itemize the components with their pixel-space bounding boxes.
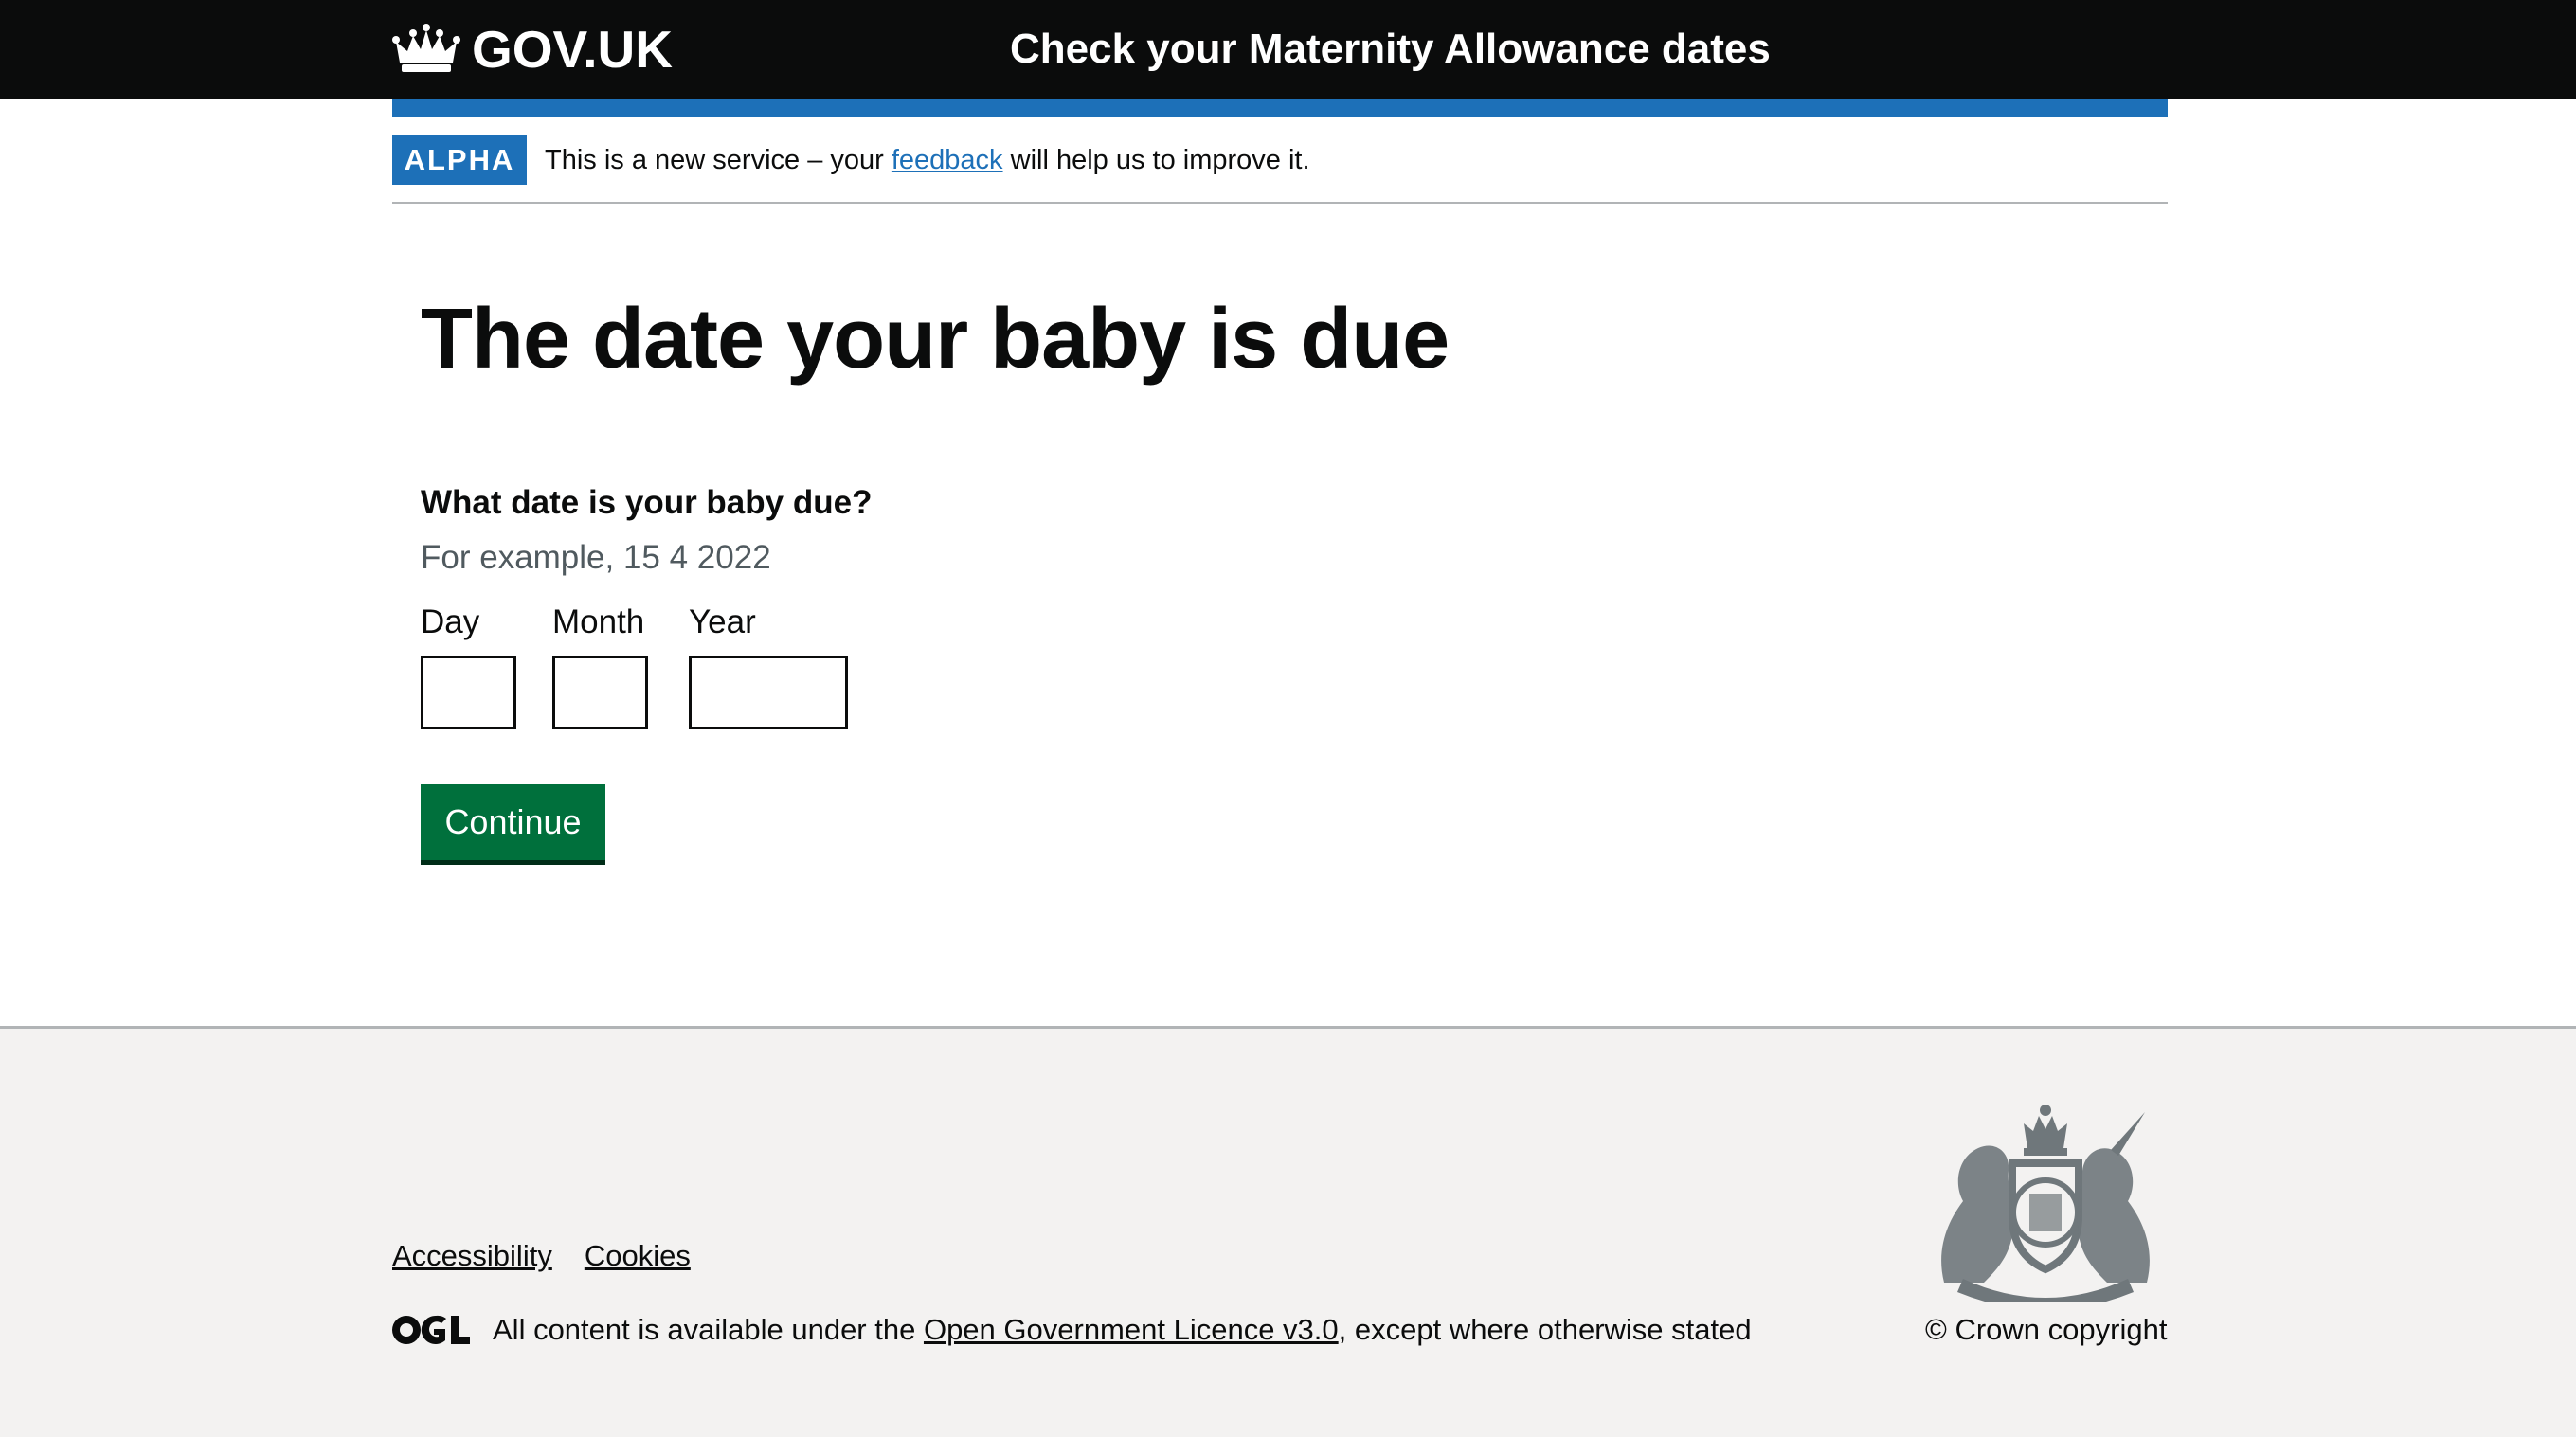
continue-button[interactable]: Continue <box>421 784 605 860</box>
header-blue-bar <box>392 99 2168 117</box>
day-input[interactable] <box>421 656 516 729</box>
crown-copyright-link[interactable]: © Crown copyright <box>1925 1303 2167 1356</box>
page-title: The date your baby is due <box>421 292 1450 386</box>
year-label: Year <box>689 603 756 640</box>
cookies-link[interactable]: Cookies <box>585 1234 691 1278</box>
year-input[interactable] <box>689 656 848 729</box>
licence-text-after: , except where otherwise stated <box>1338 1313 1752 1346</box>
accessibility-link[interactable]: Accessibility <box>392 1234 552 1278</box>
phase-text-before: This is a new service – your <box>545 145 892 175</box>
ogl-licence-link[interactable]: Open Government Licence v3.0 <box>924 1313 1339 1346</box>
month-field: Month <box>552 599 648 729</box>
licence-row: All content is available under the Open … <box>392 1303 1752 1356</box>
ogl-logo-icon <box>392 1315 470 1344</box>
crown-icon <box>392 24 460 72</box>
phase-text-after: will help us to improve it. <box>1002 145 1310 175</box>
royal-crest-icon <box>1941 1105 2150 1302</box>
licence-text-before: All content is available under the <box>493 1313 924 1346</box>
day-field: Day <box>421 599 516 729</box>
phase-banner: ALPHA This is a new service – your feedb… <box>392 117 2168 204</box>
phase-tag: ALPHA <box>392 135 527 185</box>
licence-text: All content is available under the Open … <box>493 1313 1752 1347</box>
month-label: Month <box>552 603 645 640</box>
date-hint: For example, 15 4 2022 <box>421 539 771 576</box>
day-label: Day <box>421 603 480 640</box>
date-question: What date is your baby due? <box>421 484 873 521</box>
govuk-logo-link[interactable]: GOV.UK <box>392 19 673 80</box>
month-input[interactable] <box>552 656 648 729</box>
phase-banner-text: This is a new service – your feedback wi… <box>545 135 1310 185</box>
logo-text: GOV.UK <box>472 20 673 79</box>
site-header: GOV.UK Check your Maternity Allowance da… <box>0 0 2576 99</box>
feedback-link[interactable]: feedback <box>892 145 1003 175</box>
site-footer: Accessibility Cookies All content is ava… <box>0 1026 2576 1437</box>
service-name-link[interactable]: Check your Maternity Allowance dates <box>1010 19 1771 80</box>
year-field: Year <box>689 599 848 729</box>
footer-links: Accessibility Cookies <box>392 1234 691 1278</box>
